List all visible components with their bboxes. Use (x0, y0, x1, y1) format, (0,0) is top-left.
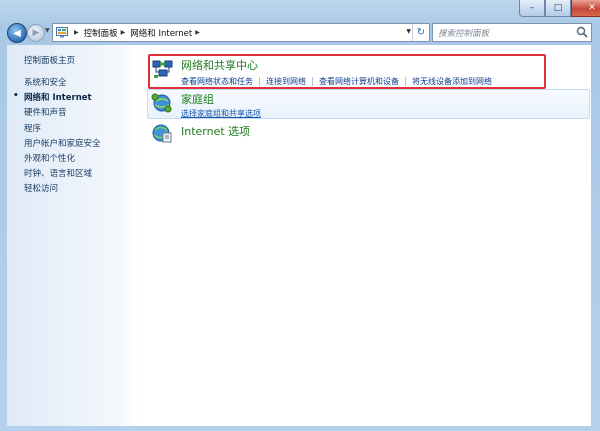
sidebar-item-label: 外观和个性化 (24, 154, 76, 164)
internet-options-icon[interactable] (151, 122, 173, 144)
refresh-icon: ↻ (416, 27, 426, 38)
explorer-window: – □ ✕ ◀ ▶ ▼ ▶ 控制面板 ▶ 网络和 Internet ▶ ▼ ↻ … (0, 0, 600, 431)
minimize-icon: – (529, 3, 535, 13)
sidebar-item-label: 控制面板主页 (24, 56, 76, 66)
homegroup-icon[interactable] (151, 92, 173, 114)
sidebar-item-clock-language-region[interactable]: 时钟、语言和区域 (24, 167, 92, 179)
sidebar-item-user-accounts[interactable]: 用户帐户和家庭安全 (24, 137, 101, 149)
sidebar-item-label: 程序 (24, 124, 42, 134)
category-title[interactable]: 家庭组 (181, 91, 261, 107)
breadcrumb-separator-icon[interactable]: ▶ (195, 29, 200, 36)
sidebar-item-control-panel-home[interactable]: 控制面板主页 (24, 54, 75, 66)
category-links: 选择家庭组和共享选项 (181, 108, 261, 119)
breadcrumb-separator-icon[interactable]: ▶ (121, 29, 126, 36)
forward-arrow-icon: ▶ (32, 28, 40, 38)
sidebar-item-label: 硬件和声音 (24, 108, 67, 118)
search-icon[interactable] (576, 26, 588, 38)
sidebar-item-label: 时钟、语言和区域 (24, 169, 93, 179)
breadcrumb: ▶ 控制面板 ▶ 网络和 Internet ▶ (71, 27, 205, 39)
back-arrow-icon: ◀ (13, 27, 21, 39)
sidebar-item-label: 网络和 Internet (24, 93, 92, 103)
sidebar-item-label: 系统和安全 (24, 78, 67, 88)
forward-button[interactable]: ▶ (27, 24, 45, 42)
sidebar-item-ease-of-access[interactable]: 轻松访问 (24, 182, 58, 194)
current-item-bullet-icon: • (13, 91, 19, 101)
control-panel-icon (56, 27, 68, 38)
breadcrumb-item-network-internet[interactable]: 网络和 Internet (130, 27, 192, 39)
category-internet-options: Internet 选项 (181, 123, 250, 139)
sidebar-item-system-security[interactable]: 系统和安全 (24, 76, 67, 88)
minimize-button[interactable]: – (519, 0, 545, 17)
search-box[interactable]: 搜索控制面板 (432, 23, 592, 42)
search-placeholder: 搜索控制面板 (438, 29, 490, 39)
address-bar[interactable]: ▶ 控制面板 ▶ 网络和 Internet ▶ ▼ ↻ (52, 23, 430, 42)
refresh-button[interactable]: ↻ (412, 24, 429, 41)
sidebar-item-programs[interactable]: 程序 (24, 122, 41, 134)
caption-buttons: – □ ✕ (519, 0, 600, 18)
recent-pages-dropdown-icon[interactable]: ▼ (45, 27, 50, 34)
address-history-dropdown-icon[interactable]: ▼ (406, 28, 411, 35)
category-homegroup: 家庭组 选择家庭组和共享选项 (181, 91, 261, 119)
close-button[interactable]: ✕ (571, 0, 600, 17)
sidebar-item-appearance[interactable]: 外观和个性化 (24, 152, 75, 164)
breadcrumb-item-control-panel[interactable]: 控制面板 (84, 27, 118, 39)
back-button[interactable]: ◀ (7, 23, 27, 43)
maximize-icon: □ (553, 3, 563, 13)
close-icon: ✕ (588, 3, 596, 13)
sidebar-item-network-internet[interactable]: • 网络和 Internet (13, 91, 92, 103)
breadcrumb-separator-icon[interactable]: ▶ (74, 29, 79, 36)
sidebar-item-hardware-sound[interactable]: 硬件和声音 (24, 106, 67, 118)
sidebar: 控制面板主页 系统和安全 • 网络和 Internet 硬件和声音 程序 用户帐… (7, 45, 139, 426)
annotation-highlight-box (148, 54, 546, 89)
category-title[interactable]: Internet 选项 (181, 123, 250, 139)
sidebar-item-label: 轻松访问 (24, 184, 59, 194)
sidebar-item-label: 用户帐户和家庭安全 (24, 139, 101, 149)
link-homegroup-sharing-options[interactable]: 选择家庭组和共享选项 (181, 108, 261, 119)
maximize-button[interactable]: □ (545, 0, 571, 17)
